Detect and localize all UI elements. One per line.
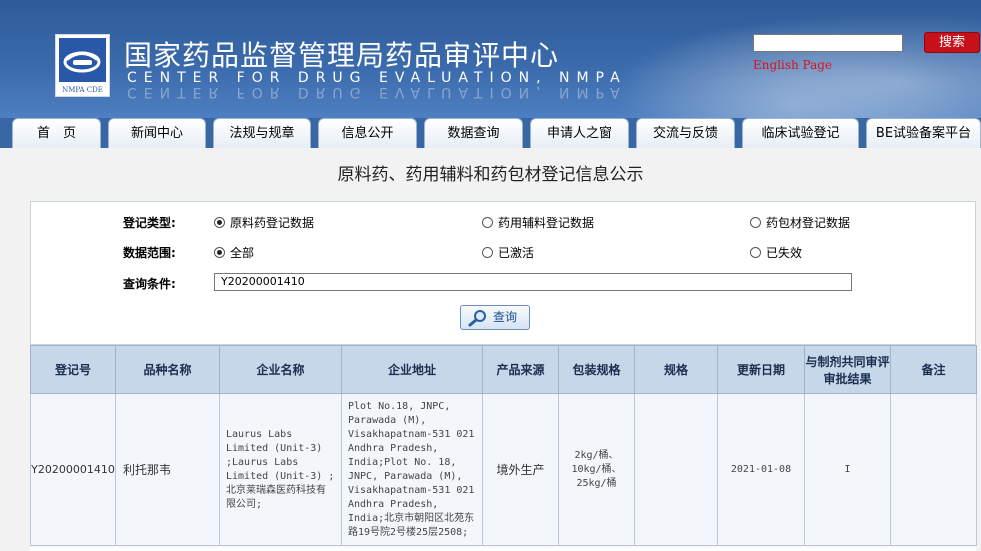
nav-tab-data-query[interactable]: 数据查询: [424, 118, 523, 148]
col-update-date: 更新日期: [717, 345, 805, 394]
col-remark: 备注: [890, 345, 977, 394]
cell-remark: [890, 393, 977, 546]
radio-label: 全部: [230, 246, 255, 260]
site-title-cn: 国家药品监督管理局药品审评中心: [124, 39, 560, 72]
cell-spec: [634, 393, 718, 546]
col-source: 产品来源: [482, 345, 559, 394]
radio-range-inactive[interactable]: 已失效: [750, 244, 802, 261]
query-button[interactable]: 查询: [460, 305, 530, 330]
cell-update-date: 2021-01-08: [717, 393, 805, 546]
radio-range-active[interactable]: 已激活: [482, 244, 534, 261]
main-nav: 首 页 新闻中心 法规与规章 信息公开 数据查询 申请人之窗 交流与反馈 临床试…: [0, 118, 981, 148]
radio-label: 药用辅料登记数据: [498, 216, 595, 230]
table-row[interactable]: Y20200001410 利托那韦 Laurus Labs Limited (U…: [30, 393, 977, 546]
cell-reg-no[interactable]: Y20200001410: [30, 393, 116, 546]
radio-range-all[interactable]: 全部: [214, 244, 254, 261]
col-product: 品种名称: [115, 345, 220, 394]
cell-address: Plot No.18, JNPC, Parawada (M), Visakhap…: [341, 393, 483, 546]
radio-type-api[interactable]: 原料药登记数据: [214, 214, 314, 231]
radio-selected-icon[interactable]: [214, 247, 225, 258]
radio-empty-icon[interactable]: [750, 247, 761, 258]
radio-label: 药包材登记数据: [766, 216, 851, 230]
col-reg-no: 登记号: [30, 345, 116, 394]
query-label: 查询条件:: [123, 277, 176, 291]
radio-type-packaging[interactable]: 药包材登记数据: [750, 214, 850, 231]
logo-text: NMPA CDE: [62, 86, 103, 94]
nav-tab-home[interactable]: 首 页: [12, 118, 101, 148]
cell-package: 2kg/桶、10kg/桶、25kg/桶: [558, 393, 635, 546]
type-label: 登记类型:: [123, 216, 176, 230]
search-button[interactable]: 搜索: [924, 32, 980, 53]
site-title-en-reflection: CENTER FOR DRUG EVALUATION, NMPA: [127, 84, 627, 100]
nmpa-logo[interactable]: NMPA CDE: [55, 34, 110, 97]
radio-type-excipient[interactable]: 药用辅料登记数据: [482, 214, 594, 231]
range-label: 数据范围:: [123, 246, 176, 260]
col-company: 企业名称: [219, 345, 342, 394]
site-search-input[interactable]: [753, 34, 903, 52]
query-input[interactable]: Y20200001410: [214, 273, 852, 291]
radio-label: 已激活: [498, 246, 535, 260]
radio-label: 原料药登记数据: [230, 216, 315, 230]
search-form: 登记类型: 原料药登记数据 药用辅料登记数据 药包材登记数据 数据范围: 全部 …: [30, 201, 976, 345]
results-table-wrapper: 登记号 品种名称 企业名称 企业地址 产品来源 包装规格 规格 更新日期 与制剂…: [30, 345, 977, 551]
col-spec: 规格: [634, 345, 718, 394]
english-page-link[interactable]: English Page: [753, 58, 832, 72]
cell-company: Laurus Labs Limited (Unit-3) ;Laurus Lab…: [219, 393, 342, 546]
results-table: 登记号 品种名称 企业名称 企业地址 产品来源 包装规格 规格 更新日期 与制剂…: [30, 345, 977, 546]
nav-tab-feedback[interactable]: 交流与反馈: [636, 118, 735, 148]
cell-source: 境外生产: [482, 393, 559, 546]
site-header: NMPA CDE 国家药品监督管理局药品审评中心 CENTER FOR DRUG…: [0, 0, 981, 118]
nav-tab-clinical-trial[interactable]: 临床试验登记: [742, 118, 859, 148]
radio-empty-icon[interactable]: [482, 247, 493, 258]
nav-tab-regulations[interactable]: 法规与规章: [213, 118, 311, 148]
query-button-label: 查询: [493, 310, 518, 324]
nav-tab-applicant[interactable]: 申请人之窗: [530, 118, 629, 148]
radio-label: 已失效: [766, 246, 803, 260]
radio-empty-icon[interactable]: [482, 217, 493, 228]
table-header-row: 登记号 品种名称 企业名称 企业地址 产品来源 包装规格 规格 更新日期 与制剂…: [30, 345, 977, 394]
cell-review-result: I: [804, 393, 891, 546]
logo-emblem-icon: [59, 38, 106, 82]
nav-tab-info[interactable]: 信息公开: [318, 118, 417, 148]
search-icon: [467, 309, 489, 327]
col-address: 企业地址: [341, 345, 483, 394]
page-title: 原料药、药用辅料和药包材登记信息公示: [337, 165, 644, 185]
radio-selected-icon[interactable]: [214, 217, 225, 228]
nav-tab-be-platform[interactable]: BE试验备案平台: [866, 118, 981, 148]
nav-tab-news[interactable]: 新闻中心: [108, 118, 206, 148]
col-review-result: 与制剂共同审评审批结果: [804, 345, 891, 394]
table-bottom-strip: [30, 547, 976, 551]
cell-product: 利托那韦: [115, 393, 220, 546]
col-package: 包装规格: [558, 345, 635, 394]
radio-empty-icon[interactable]: [750, 217, 761, 228]
